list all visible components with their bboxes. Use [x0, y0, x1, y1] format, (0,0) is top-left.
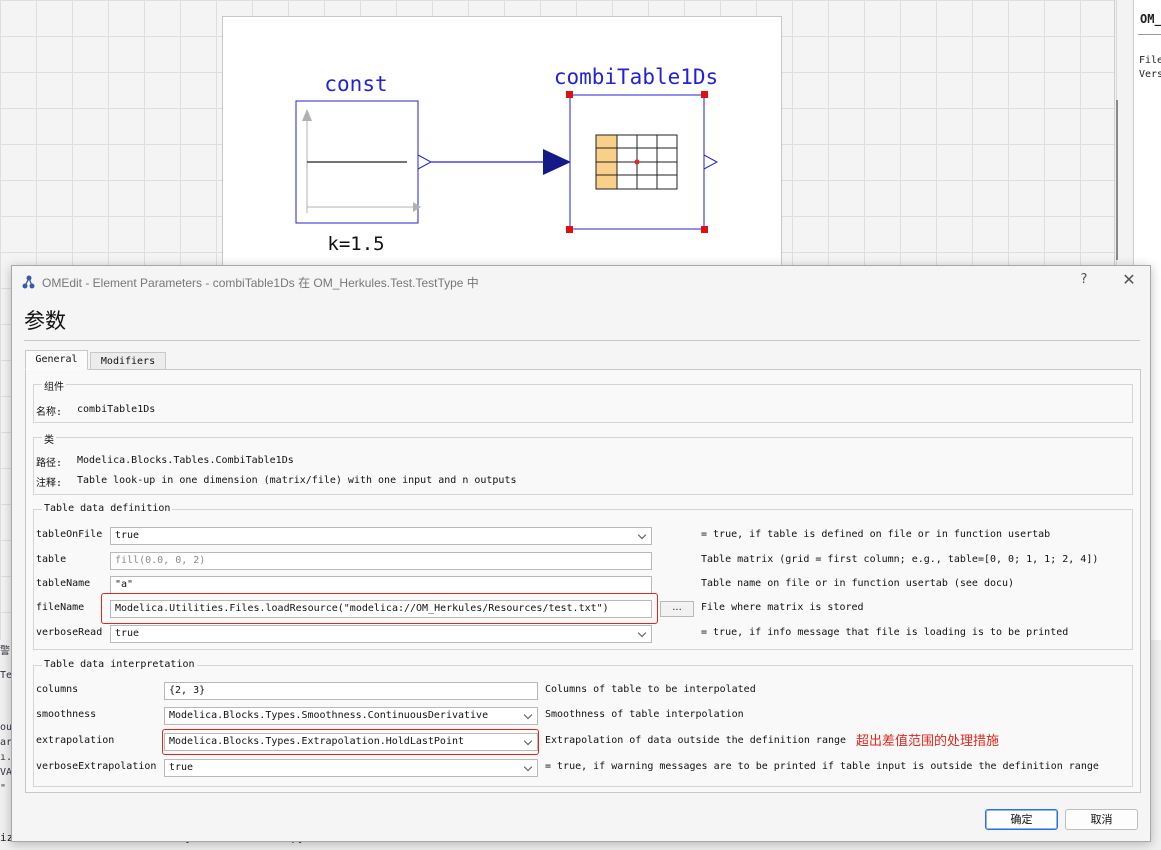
table-definition-group: Table data definition tableOnFile true =… [33, 503, 1133, 650]
component-name-value: combiTable1Ds [77, 404, 156, 415]
interpretation-group-title: Table data interpretation [42, 659, 197, 670]
param-desc-smoothness: Smoothness of table interpolation [545, 709, 744, 720]
param-label-verboseExtrapolation: verboseExtrapolation [36, 761, 157, 772]
const-block[interactable]: const k=1.5 [295, 72, 433, 255]
scrollbar-thumb[interactable] [1116, 100, 1118, 260]
tab-general[interactable]: General [25, 350, 88, 370]
param-desc-extrapolation: Extrapolation of data outside the defini… [545, 735, 847, 746]
smoothness-select[interactable]: Modelica.Blocks.Types.Smoothness.Continu… [164, 707, 538, 725]
close-button[interactable]: ✕ [1118, 269, 1140, 291]
param-label-tableOnFile: tableOnFile [36, 529, 103, 540]
tab-modifiers[interactable]: Modifiers [90, 352, 166, 370]
param-label-extrapolation: extrapolation [36, 735, 115, 746]
class-comment-value: Table look-up in one dimension (matrix/f… [77, 475, 517, 486]
input-connector-icon [543, 149, 571, 175]
browse-file-button[interactable]: ... [660, 601, 694, 617]
dialog-title: OMEdit - Element Parameters - combiTable… [42, 276, 479, 290]
table-input[interactable]: fill(0.0, 0, 2) [110, 552, 652, 570]
param-desc-fileName: File where matrix is stored [701, 602, 864, 613]
component-name-label: 名称: [36, 407, 63, 418]
diagram-drawing: const k=1.5 combiTable1Ds [295, 65, 718, 255]
const-param-label: k=1.5 [327, 233, 384, 255]
cancel-button[interactable]: 取消 [1065, 809, 1138, 830]
param-label-verboseRead: verboseRead [36, 627, 103, 638]
dialog-heading: 参数 [24, 309, 66, 333]
verboseRead-select[interactable]: true [110, 625, 652, 643]
param-desc-table: Table matrix (grid = first column; e.g.,… [701, 554, 1099, 565]
combitable-label: combiTable1Ds [554, 65, 718, 89]
param-desc-verboseExtrapolation: = true, if warning messages are to be pr… [545, 761, 1099, 772]
param-label-smoothness: smoothness [36, 709, 97, 720]
info-panel-line: File [1139, 55, 1161, 66]
component-group: 组件 名称: combiTable1Ds [33, 378, 1133, 423]
bg-text-fragment: 警 [0, 646, 10, 657]
heading-divider [24, 340, 1140, 341]
info-panel-divider [1138, 34, 1161, 35]
combitable-block[interactable]: combiTable1Ds [554, 65, 718, 233]
class-group: 类 路径: Modelica.Blocks.Tables.CombiTable1… [33, 431, 1133, 495]
extrapolation-annotation: 超出差值范围的处理措施 [856, 734, 1000, 749]
general-tab-pane: 组件 名称: combiTable1Ds 类 路径: Modelica.Bloc… [25, 369, 1141, 793]
columns-input[interactable]: {2, 3} [164, 682, 538, 700]
help-button[interactable]: ? [1074, 270, 1094, 290]
extrapolation-highlight-box [162, 729, 539, 755]
definition-group-title: Table data definition [42, 503, 173, 514]
param-desc-verboseRead: = true, if info message that file is loa… [701, 627, 1069, 638]
param-desc-tableName: Table name on file or in function userta… [701, 578, 1015, 589]
dialog-titlebar[interactable]: OMEdit - Element Parameters - combiTable… [12, 266, 1150, 296]
param-desc-columns: Columns of table to be interpolated [545, 684, 756, 695]
class-path-value: Modelica.Blocks.Tables.CombiTable1Ds [77, 455, 294, 466]
bg-text-fragment: " [0, 783, 7, 794]
param-label-fileName: fileName [36, 602, 85, 613]
param-label-columns: columns [36, 684, 79, 695]
param-label-table: table [36, 554, 67, 565]
const-label: const [324, 72, 387, 96]
selection-handle[interactable] [701, 91, 708, 98]
info-panel-line: Vers [1139, 69, 1161, 80]
info-panel-title: OM_ [1140, 12, 1161, 26]
selection-handle[interactable] [566, 91, 573, 98]
class-path-label: 路径: [36, 458, 63, 469]
param-desc-tableOnFile: = true, if table is defined on file or i… [701, 529, 1051, 540]
verboseExtrapolation-select[interactable]: true [164, 759, 538, 777]
table-interpretation-group: Table data interpretation columns {2, 3}… [33, 659, 1133, 787]
filename-highlight-box [101, 593, 658, 624]
class-group-title: 类 [42, 431, 56, 446]
ok-button[interactable]: 确定 [985, 809, 1058, 830]
selection-handle[interactable] [566, 226, 573, 233]
param-label-tableName: tableName [36, 578, 91, 589]
diagram-sheet[interactable]: const k=1.5 combiTable1Ds [222, 16, 782, 276]
tableOnFile-select[interactable]: true [110, 527, 652, 545]
tableName-input[interactable]: "a" [110, 576, 652, 594]
class-comment-label: 注释: [36, 478, 63, 489]
component-group-title: 组件 [42, 378, 66, 393]
element-parameters-dialog[interactable]: OMEdit - Element Parameters - combiTable… [11, 265, 1151, 842]
omedit-app-icon [22, 275, 35, 289]
selection-handle[interactable] [701, 226, 708, 233]
